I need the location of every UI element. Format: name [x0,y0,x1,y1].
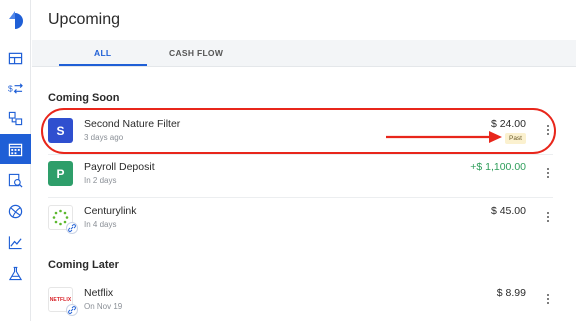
main-panel: Upcoming ALL CASH FLOW Coming Soon S Sec… [32,0,576,321]
list-item[interactable]: NETFLIX Netflix On Nov 19 $ 8.99 [48,283,553,321]
sidebar-item-investments[interactable] [0,227,31,257]
due-date: In 2 days [84,176,117,185]
more-options-icon[interactable] [543,207,553,227]
sidebar-item-labs[interactable] [0,258,31,288]
sidebar-item-upcoming[interactable] [0,134,31,164]
divider [48,154,553,155]
due-date: In 4 days [84,220,117,229]
section-title-coming-soon: Coming Soon [48,92,120,104]
link-icon [66,222,78,234]
chart-line-icon [8,235,22,249]
merchant-name: Netflix [84,287,114,299]
merchant-name: Payroll Deposit [84,161,155,173]
sidebar-item-transfers[interactable]: $ [0,73,31,103]
netflix-logo-text: NETFLIX [49,296,72,303]
due-date: On Nov 19 [84,302,123,311]
page-title: Upcoming [48,11,121,28]
categories-icon [8,111,23,125]
annotation-arrow-icon [386,131,502,143]
section-title-coming-later: Coming Later [48,259,119,271]
sidebar-item-reports[interactable] [0,165,31,195]
more-options-icon[interactable] [543,163,553,183]
sidebar-item-goals[interactable] [0,196,31,226]
merchant-avatar: P [48,161,73,186]
transfer-icon: $ [8,83,23,94]
amount: $ 8.99 [496,287,526,299]
amount: +$ 1,100.00 [470,161,526,173]
link-icon [66,304,78,316]
divider [48,197,553,198]
calendar-icon [8,143,23,156]
active-tab-indicator [59,64,147,66]
sidebar-item-dashboard[interactable] [0,43,31,73]
tab-all[interactable]: ALL [94,48,111,58]
sidebar: $ [0,0,31,321]
amount: $ 45.00 [490,205,526,217]
more-options-icon[interactable] [543,289,553,309]
flask-icon [8,266,23,280]
list-item[interactable]: Centurylink In 4 days $ 45.00 [48,201,553,241]
dribbble-icon [8,204,23,218]
merchant-name: Centurylink [84,205,137,217]
dashboard-icon [8,52,23,64]
list-item[interactable]: P Payroll Deposit In 2 days +$ 1,100.00 [48,157,553,197]
report-search-icon [8,173,23,187]
tab-cash-flow[interactable]: CASH FLOW [169,48,223,58]
svg-text:$: $ [8,83,13,93]
sidebar-item-categories[interactable] [0,103,31,133]
tab-bar: ALL CASH FLOW [32,40,576,67]
app-logo-icon[interactable] [7,10,23,30]
